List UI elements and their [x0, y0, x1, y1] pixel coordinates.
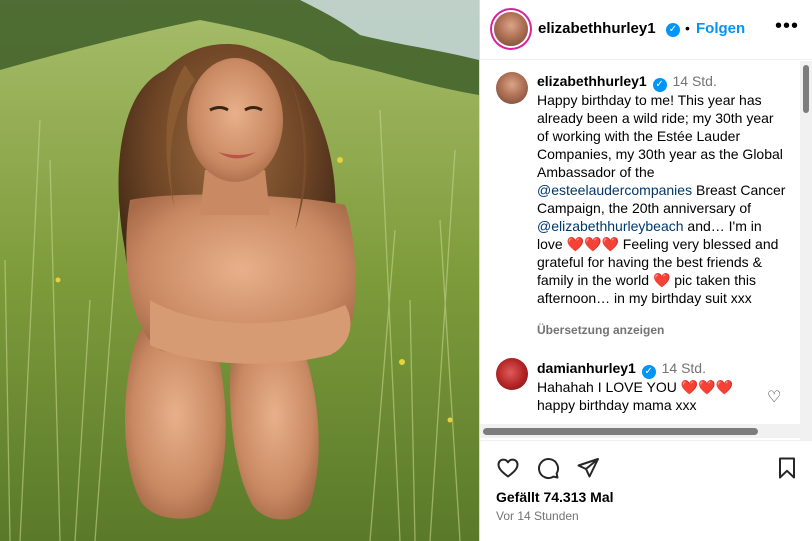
caption-mention-esteelauder[interactable]: @esteelaudercompanies — [537, 182, 692, 198]
commenter-username[interactable]: damianhurley1 — [537, 360, 636, 376]
author-avatar[interactable] — [494, 12, 528, 46]
comment-text-2: happy birthday mama xxx — [537, 397, 697, 413]
vertical-scrollbar-thumb[interactable] — [803, 65, 809, 113]
caption-username[interactable]: elizabethhurley1 — [537, 73, 647, 89]
comment: damianhurley1 ✓ 14 Std. Hahahah I LOVE Y… — [537, 359, 757, 414]
horizontal-scrollbar-thumb[interactable] — [483, 428, 758, 435]
caption-author-avatar[interactable] — [496, 72, 528, 104]
comment-icon[interactable] — [536, 456, 560, 480]
photo-illustration — [0, 0, 479, 541]
caption: elizabethhurley1 ✓ 14 Std. Happy birthda… — [537, 72, 789, 307]
red-heart-emoji-icon: ❤️❤️❤️ — [680, 379, 734, 395]
caption-time[interactable]: 14 Std. — [672, 73, 716, 89]
red-heart-emoji-icon: ❤️ — [652, 272, 671, 288]
verified-badge-icon: ✓ — [666, 23, 680, 37]
translate-button[interactable]: Übersetzung anzeigen — [537, 323, 664, 337]
verified-badge-icon: ✓ — [652, 78, 667, 92]
red-heart-emoji-icon: ❤️❤️❤️ — [566, 236, 619, 252]
caption-text-1: Happy birthday to me! This year has alre… — [537, 92, 783, 180]
likes-count[interactable]: Gefällt 74.313 Mal — [496, 489, 614, 505]
caption-mention-beach[interactable]: @elizabethhurleybeach — [537, 218, 684, 234]
comment-time[interactable]: 14 Std. — [662, 360, 706, 376]
bookmark-icon[interactable] — [775, 456, 799, 480]
comments-list[interactable]: elizabethhurley1 ✓ 14 Std. Happy birthda… — [480, 61, 812, 441]
commenter-avatar[interactable] — [496, 358, 528, 390]
vertical-scrollbar[interactable] — [800, 61, 812, 441]
post-details-panel: elizabethhurley1 ✓ • Folgen ••• elizabet… — [479, 0, 812, 541]
verified-badge-icon: ✓ — [641, 365, 656, 379]
horizontal-scrollbar[interactable] — [480, 424, 801, 438]
heart-outline-icon[interactable] — [496, 456, 520, 480]
separator-dot: • — [685, 20, 690, 36]
paper-plane-icon[interactable] — [576, 456, 600, 480]
post-actions: Gefällt 74.313 Mal Vor 14 Stunden — [480, 440, 812, 541]
comment-like-heart-icon[interactable]: ♡ — [767, 387, 781, 407]
more-icon[interactable]: ••• — [775, 16, 799, 36]
post-photo[interactable] — [0, 0, 479, 541]
post-header: elizabethhurley1 ✓ • Folgen ••• — [480, 0, 812, 60]
follow-button[interactable]: Folgen — [696, 20, 745, 37]
comment-text-1: Hahahah I LOVE YOU — [537, 379, 677, 395]
post-timestamp[interactable]: Vor 14 Stunden — [496, 509, 579, 523]
author-username[interactable]: elizabethhurley1 — [538, 20, 656, 37]
